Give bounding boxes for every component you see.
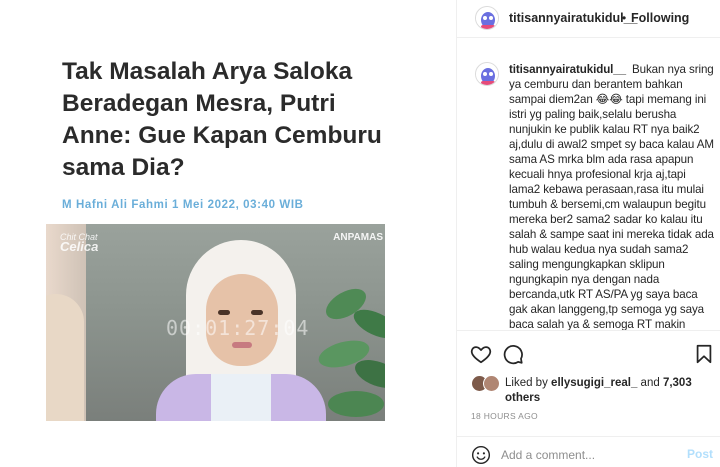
person-lips xyxy=(232,342,252,348)
post-side-panel: titisannyairatukidul__ • Following titis… xyxy=(456,0,720,467)
comment-bar: Post xyxy=(457,436,720,467)
person-shirt xyxy=(211,374,271,421)
emoji-icon xyxy=(471,445,491,465)
avatar-image xyxy=(476,7,498,29)
caption-body: Bukan nya sring ya cemburu dan berantem … xyxy=(509,63,714,330)
avatar-image xyxy=(476,63,498,85)
caption-text: titisannyairatukidul__ Bukan nya sring ya… xyxy=(509,62,715,330)
caption-author-avatar[interactable] xyxy=(475,62,499,86)
video-still: Chit Chat Celica ANPAMAS 00:01:27:04 xyxy=(46,224,385,421)
liked-by-user[interactable]: ellysugigi_real_ xyxy=(551,377,637,389)
following-button[interactable]: Following xyxy=(631,11,689,25)
post-timestamp[interactable]: 18 HOURS AGO xyxy=(471,411,538,421)
person-eye xyxy=(218,310,230,315)
heart-icon xyxy=(470,346,492,364)
article-headline: Tak Masalah Arya Saloka Beradegan Mesra,… xyxy=(62,58,382,181)
like-button[interactable] xyxy=(470,343,492,365)
caption-username[interactable]: titisannyairatukidul__ xyxy=(509,63,626,76)
liked-by-label: Liked by xyxy=(505,377,548,389)
post-image[interactable]: Tak Masalah Arya Saloka Beradegan Mesra,… xyxy=(0,0,456,467)
comment-button[interactable] xyxy=(502,343,524,365)
person-eye xyxy=(251,310,263,315)
emoji-button[interactable] xyxy=(471,445,491,465)
article-byline: M Hafni Ali Fahmi 1 Mei 2022, 03:40 WIB xyxy=(62,199,304,211)
channel-logo: ANPAMAS xyxy=(333,232,383,243)
post-caption: titisannyairatukidul__ Bukan nya sring ya… xyxy=(457,38,720,330)
liked-by-and: and xyxy=(640,377,660,389)
post-actions xyxy=(457,330,720,374)
author-avatar[interactable] xyxy=(475,6,499,30)
header-separator: • xyxy=(622,11,627,25)
post-header: titisannyairatukidul__ • Following xyxy=(457,0,720,38)
background-person xyxy=(46,294,84,421)
comment-input[interactable] xyxy=(501,445,681,465)
author-username[interactable]: titisannyairatukidul__ xyxy=(509,11,638,25)
show-logo-big: Celica xyxy=(60,239,99,254)
show-logo: Chit Chat Celica xyxy=(60,232,99,254)
save-button[interactable] xyxy=(693,343,715,365)
liker-avatar[interactable] xyxy=(483,375,500,392)
comment-icon xyxy=(503,345,523,365)
post-comment-button[interactable]: Post xyxy=(687,447,713,461)
video-timecode: 00:01:27:04 xyxy=(166,316,310,340)
liker-avatars xyxy=(471,375,505,393)
likes-text: Liked by ellysugigi_real_ and 7,303 othe… xyxy=(505,376,715,406)
plant-illustration xyxy=(318,288,385,417)
likes-summary: Liked by ellysugigi_real_ and 7,303 othe… xyxy=(457,374,720,404)
bookmark-icon xyxy=(696,344,712,364)
